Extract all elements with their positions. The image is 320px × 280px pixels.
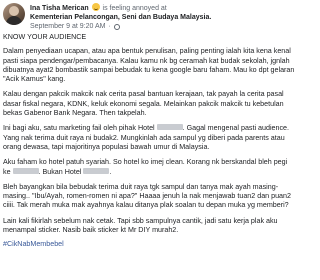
- author-name[interactable]: Ina Tisha Merican: [30, 5, 89, 12]
- post-timestamp[interactable]: September 9 at 9:20 AM: [30, 22, 106, 31]
- separator-dot: ·: [108, 23, 111, 30]
- paragraph-3-part-a: Ini bagi aku, satu marketing fail oleh p…: [3, 124, 155, 133]
- tagged-page-name[interactable]: Kementerian Pelancongan, Seni dan Budaya…: [30, 14, 211, 21]
- paragraph-2: Kalau dengan pakcik makcik nak cerita pa…: [3, 90, 284, 118]
- post-body: KNOW YOUR AUDIENCE Dalam penyediaan ucap…: [3, 33, 296, 250]
- post-heading: KNOW YOUR AUDIENCE: [3, 33, 87, 41]
- censored-place-name: [12, 167, 39, 174]
- paragraph-4-part-c: .: [109, 167, 112, 176]
- feeling-text: is feeling annoyed at: [102, 5, 167, 12]
- author-line: Ina Tisha Merican is feeling annoyed at: [30, 3, 296, 13]
- paragraph-6: Lain kali fikirlah sebelum nak cetak. Ta…: [3, 216, 278, 235]
- post-meta: Ina Tisha Merican is feeling annoyed at …: [30, 3, 296, 31]
- timestamp-line: September 9 at 9:20 AM ·: [30, 22, 296, 31]
- paragraph-4: Aku faham ko hotel patuh syariah. So hot…: [3, 158, 296, 177]
- censored-hotel-name: [156, 124, 183, 131]
- author-avatar[interactable]: [3, 3, 25, 25]
- facebook-post: Ina Tisha Merican is feeling annoyed at …: [0, 0, 300, 280]
- paragraph-4-part-b: . Bukan Hotel: [38, 167, 82, 176]
- globe-icon: [113, 23, 120, 30]
- paragraph-5: Bleh bayangkan bila bebudak terima duit …: [3, 182, 291, 210]
- post-header: Ina Tisha Merican is feeling annoyed at …: [3, 3, 296, 30]
- paragraph-1: Dalam penyediaan ucapan, atau apa bentuk…: [3, 47, 295, 84]
- censored-hotel-name-2: [83, 167, 110, 174]
- hashtag-link[interactable]: #CikNabMembebel: [3, 240, 296, 249]
- annoyed-emoji-icon: [91, 3, 100, 11]
- paragraph-3: Ini bagi aku, satu marketing fail oleh p…: [3, 124, 296, 152]
- tagged-page-line: Kementerian Pelancongan, Seni dan Budaya…: [30, 13, 296, 22]
